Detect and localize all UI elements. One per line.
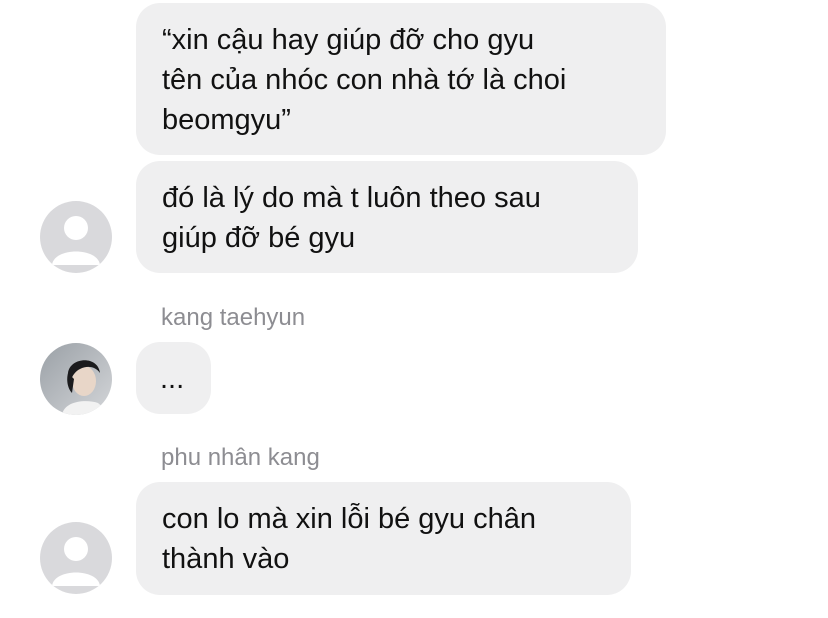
chat-thread: “xin cậu hay giúp đỡ cho gyu tên của nhó… — [0, 0, 828, 618]
profile-photo-avatar[interactable] — [40, 343, 112, 415]
message-bubble[interactable]: “xin cậu hay giúp đỡ cho gyu tên của nhó… — [136, 3, 666, 155]
default-avatar-icon[interactable] — [40, 522, 112, 594]
sender-name: phu nhân kang — [161, 444, 320, 471]
message-bubble[interactable]: con lo mà xin lỗi bé gyu chân thành vào — [136, 482, 631, 595]
default-avatar-icon[interactable] — [40, 201, 112, 273]
message-bubble[interactable]: ... — [136, 342, 211, 414]
message-bubble[interactable]: đó là lý do mà t luôn theo sau giúp đỡ b… — [136, 161, 638, 273]
sender-name: kang taehyun — [161, 304, 306, 331]
